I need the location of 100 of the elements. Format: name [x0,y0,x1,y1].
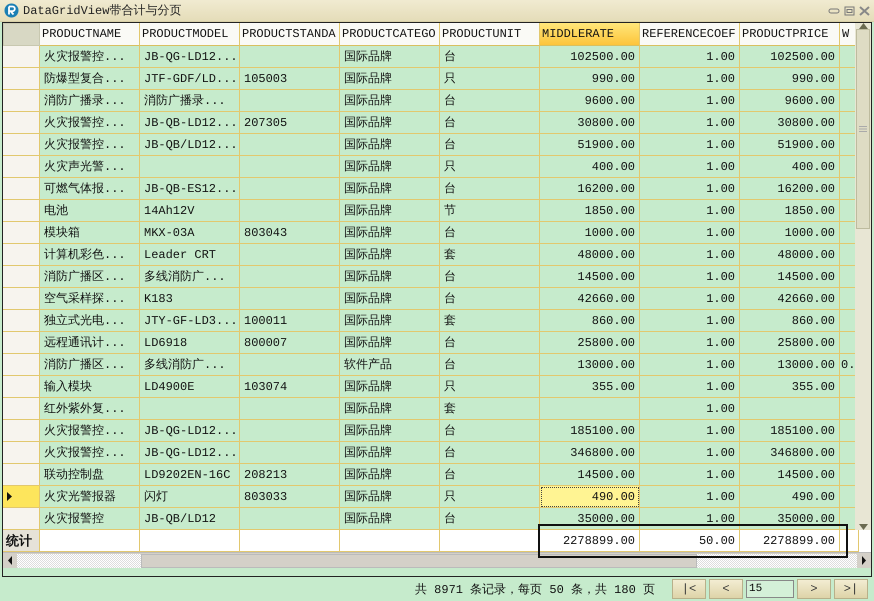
column-header[interactable]: PRODUCTMODEL [140,23,240,46]
table-cell: 台 [440,420,540,442]
table-cell: 台 [440,442,540,464]
table-cell: 台 [440,332,540,354]
table-cell: 国际品牌 [340,266,440,288]
table-cell: 1.00 [640,112,740,134]
table-cell: 30800.00 [740,112,840,134]
table-cell: 1.00 [640,90,740,112]
table-cell: LD9202EN-16C [140,464,240,486]
table-cell: 14500.00 [540,464,640,486]
column-header[interactable]: W [840,23,856,46]
table-cell: 国际品牌 [340,222,440,244]
table-cell: 30800.00 [540,112,640,134]
page-input[interactable]: 15 [746,580,794,598]
column-header[interactable]: REFERENCECOEF [640,23,740,46]
table-cell: 独立式光电... [40,310,140,332]
pager-button[interactable]: |< [672,579,706,599]
total-cell: 50.00 [640,530,740,552]
table-cell: 只 [440,68,540,90]
table-cell: 1.00 [640,244,740,266]
column-header[interactable]: PRODUCTPRICE [740,23,840,46]
table-cell: 国际品牌 [340,464,440,486]
grip-icon [859,126,868,132]
table-cell: 只 [440,156,540,178]
table-cell: 1.00 [640,200,740,222]
table-cell: 490.00 [540,486,640,508]
table-cell: 490.00 [740,486,840,508]
table-cell: 只 [440,486,540,508]
table-cell: 1.00 [640,310,740,332]
table-cell: 台 [440,354,540,376]
table-cell: 1.00 [640,376,740,398]
table-cell: 1000.00 [740,222,840,244]
pager-button[interactable]: > [797,579,831,599]
table-cell: 1.00 [640,134,740,156]
close-icon[interactable] [859,6,870,16]
table-cell: 16200.00 [540,178,640,200]
table-cell: 闪灯 [140,486,240,508]
scroll-thumb[interactable] [856,29,870,229]
table-cell: 14500.00 [540,266,640,288]
table-cell: 355.00 [740,376,840,398]
table-cell: 国际品牌 [340,420,440,442]
table-cell: 消防广播录... [40,90,140,112]
table-cell: 台 [440,134,540,156]
table-cell: 105003 [240,68,340,90]
column-header[interactable]: MIDDLERATE [540,23,640,46]
pager-button[interactable]: >| [834,579,868,599]
table-cell: 消防广播区... [40,266,140,288]
table-cell: 803033 [240,486,340,508]
table-cell: 台 [440,464,540,486]
table-cell: 套 [440,244,540,266]
table-cell: 火灾报警控... [40,112,140,134]
table-cell: 国际品牌 [340,200,440,222]
column-header[interactable]: PRODUCTUNIT [440,23,540,46]
table-cell: Leader CRT [140,244,240,266]
table-cell: 国际品牌 [340,310,440,332]
table-cell: 国际品牌 [340,376,440,398]
table-cell: JB-QB-ES12... [140,178,240,200]
table-cell: 51900.00 [540,134,640,156]
table-cell: 1.00 [640,288,740,310]
table-cell: 国际品牌 [340,244,440,266]
minimize-icon[interactable] [828,6,840,14]
table-cell: 1.00 [640,420,740,442]
table-cell: JB-QG-LD12... [140,420,240,442]
table-cell: 火灾报警控... [40,134,140,156]
table-cell: 13000.00 [540,354,640,376]
table-cell: 14Ah12V [140,200,240,222]
row-header[interactable] [3,486,40,508]
table-cell: 1.00 [640,222,740,244]
table-cell: 207305 [240,112,340,134]
column-header[interactable]: PRODUCTSTANDA [240,23,340,46]
table-cell: JTF-GDF/LD... [140,68,240,90]
column-header[interactable]: PRODUCTNAME [40,23,140,46]
table-cell: 软件产品 [340,354,440,376]
maximize-icon[interactable] [844,6,855,16]
table-cell: 48000.00 [540,244,640,266]
table-cell: K183 [140,288,240,310]
table-cell: 台 [440,222,540,244]
table-cell: 103074 [240,376,340,398]
vertical-scrollbar[interactable] [855,23,871,530]
table-cell: JTY-GF-LD3... [140,310,240,332]
pager-button[interactable]: < [709,579,743,599]
table-cell: 25800.00 [740,332,840,354]
column-header[interactable]: PRODUCTCATEGO [340,23,440,46]
table-cell: 红外紫外复... [40,398,140,420]
table-cell: 国际品牌 [340,156,440,178]
table-cell: 1.00 [640,266,740,288]
table-cell: 消防广播录... [140,90,240,112]
table-cell: 800007 [240,332,340,354]
table-cell: 国际品牌 [340,68,440,90]
table-cell: 国际品牌 [340,398,440,420]
table-cell: 火灾光警报器 [40,486,140,508]
horizontal-scrollbar[interactable] [3,552,871,568]
table-cell: 803043 [240,222,340,244]
table-cell: 国际品牌 [340,134,440,156]
table-cell: 400.00 [540,156,640,178]
scroll-thumb[interactable] [141,554,697,568]
table-cell: 1.00 [640,178,740,200]
table-cell: 9600.00 [740,90,840,112]
table-cell: 计算机彩色... [40,244,140,266]
app-logo-icon [4,3,19,18]
